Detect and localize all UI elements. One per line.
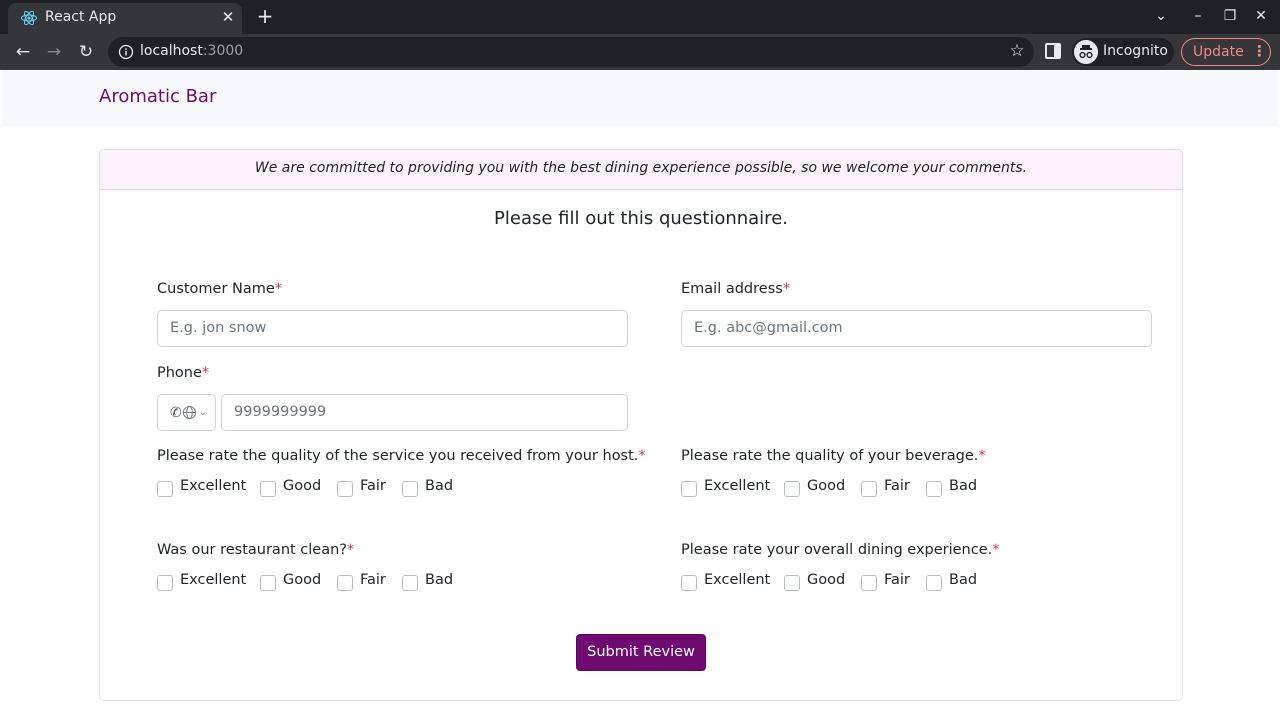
phone-icon: ✆ [170, 405, 182, 421]
minimize-icon[interactable]: – [1187, 5, 1209, 27]
feedback-card: We are committed to providing you with t… [99, 149, 1183, 701]
submit-review-button[interactable]: Submit Review [576, 634, 706, 671]
chevron-down-icon: ⌄ [199, 408, 207, 418]
brand-link[interactable]: Aromatic Bar [99, 86, 216, 107]
checkbox[interactable] [926, 575, 942, 591]
info-icon[interactable] [118, 44, 134, 60]
forward-icon[interactable]: → [42, 40, 66, 64]
checkbox[interactable] [784, 481, 800, 497]
card-header-text: We are committed to providing you with t… [254, 160, 1028, 176]
checkbox[interactable] [260, 481, 276, 497]
bookmark-star-icon[interactable]: ☆ [1006, 41, 1028, 61]
email-label: Email address* [681, 281, 791, 297]
new-tab-icon[interactable]: + [254, 5, 276, 27]
country-code-select[interactable]: ✆ ⌄ [157, 394, 216, 431]
card-header: We are committed to providing you with t… [100, 150, 1182, 190]
url-text: localhost:3000 [140, 43, 244, 59]
phone-input[interactable]: 9999999999 [221, 394, 628, 431]
tab-title: React App [45, 9, 117, 25]
checkbox[interactable] [681, 481, 697, 497]
question-beverage-label: Please rate the quality of your beverage… [681, 448, 986, 464]
phone-label: Phone* [157, 365, 210, 381]
incognito-indicator[interactable]: Incognito [1072, 38, 1174, 66]
customer-name-placeholder: E.g. jon snow [170, 320, 267, 336]
checkbox[interactable] [402, 481, 418, 497]
checkbox[interactable] [337, 575, 353, 591]
update-button[interactable]: Update ⋮ [1181, 38, 1271, 66]
checkbox[interactable] [157, 575, 173, 591]
browser-toolbar: ← → ↻ localhost:3000 ☆ Incognito Update … [0, 34, 1280, 70]
form-title: Please fill out this questionnaire. [494, 208, 788, 229]
address-bar[interactable]: localhost:3000 ☆ [108, 37, 1034, 67]
checkbox[interactable] [861, 575, 877, 591]
restore-icon[interactable]: ❐ [1219, 5, 1241, 27]
email-input[interactable]: E.g. abc@gmail.com [681, 310, 1152, 347]
customer-name-label: Customer Name* [157, 281, 283, 297]
checkbox[interactable] [337, 481, 353, 497]
globe-icon [182, 405, 197, 420]
customer-name-input[interactable]: E.g. jon snow [157, 310, 628, 347]
more-menu-icon[interactable]: ⋮ [1252, 42, 1267, 60]
tab-search-icon[interactable]: ⌄ [1150, 5, 1172, 27]
incognito-label: Incognito [1103, 43, 1168, 59]
update-label: Update [1193, 44, 1244, 60]
checkbox[interactable] [157, 481, 173, 497]
checkbox[interactable] [784, 575, 800, 591]
browser-titlebar: React App ✕ + ⌄ – ❐ ✕ [0, 0, 1280, 34]
close-window-icon[interactable]: ✕ [1250, 5, 1272, 27]
page-viewport: Aromatic Bar We are committed to providi… [2, 70, 1278, 720]
back-icon[interactable]: ← [11, 40, 35, 64]
reload-icon[interactable]: ↻ [74, 40, 98, 64]
checkbox[interactable] [681, 575, 697, 591]
phone-placeholder: 9999999999 [234, 404, 327, 420]
incognito-icon [1074, 40, 1098, 64]
checkbox[interactable] [926, 481, 942, 497]
browser-tab[interactable]: React App ✕ [8, 3, 242, 34]
close-tab-icon[interactable]: ✕ [219, 8, 237, 26]
app-navbar: Aromatic Bar [2, 70, 1278, 126]
email-placeholder: E.g. abc@gmail.com [694, 320, 843, 336]
side-panel-icon[interactable] [1045, 43, 1061, 59]
checkbox[interactable] [402, 575, 418, 591]
question-host-service-label: Please rate the quality of the service y… [157, 448, 646, 464]
submit-review-label: Submit Review [587, 644, 695, 660]
checkbox[interactable] [260, 575, 276, 591]
checkbox[interactable] [861, 481, 877, 497]
question-clean-label: Was our restaurant clean?* [157, 542, 355, 558]
question-overall-label: Please rate your overall dining experien… [681, 542, 1000, 558]
react-logo-icon [21, 10, 37, 26]
